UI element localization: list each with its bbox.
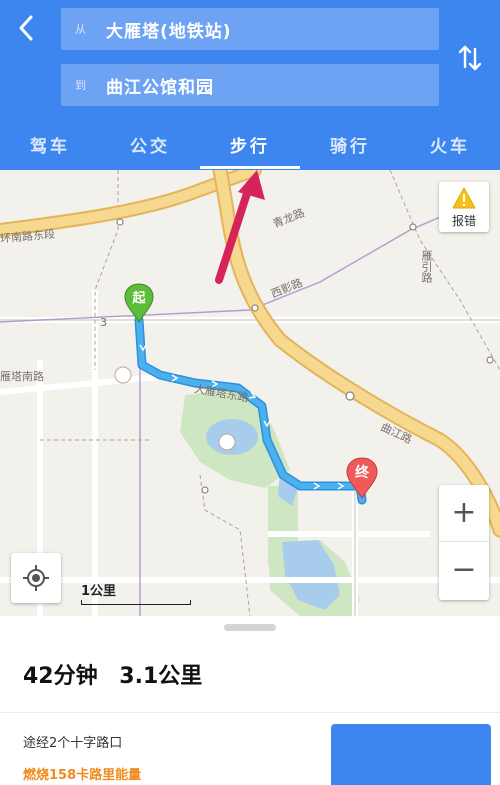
- back-button[interactable]: [12, 10, 42, 46]
- end-marker[interactable]: 终: [346, 457, 378, 499]
- destination-value: 曲江公馆和园: [106, 78, 214, 98]
- route-summary: 42分钟 3.1公里: [23, 658, 216, 690]
- zoom-controls: + −: [439, 485, 489, 600]
- swap-button[interactable]: [452, 40, 488, 76]
- route-via: 途经2个十字路口: [23, 736, 123, 751]
- start-marker[interactable]: 起: [124, 283, 154, 323]
- zoom-in-button[interactable]: +: [439, 485, 489, 542]
- route-duration: 42分钟: [23, 664, 98, 689]
- origin-prefix: 从: [75, 23, 86, 36]
- destination-field[interactable]: 到 曲江公馆和园: [61, 64, 439, 106]
- divider: [0, 712, 500, 713]
- tab-train[interactable]: 火车: [400, 128, 500, 170]
- transport-tabs: 驾车 公交 步行 骑行 火车: [0, 128, 500, 170]
- swap-vertical-icon: [458, 45, 482, 71]
- road-label-3: 3: [100, 316, 107, 329]
- sheet-drag-handle[interactable]: [224, 624, 276, 631]
- tab-bike[interactable]: 骑行: [300, 128, 400, 170]
- chevron-left-icon: [19, 15, 33, 41]
- end-marker-label: 终: [355, 465, 369, 481]
- warning-icon: [452, 187, 476, 209]
- road-label-yanying: 雁引路: [420, 250, 433, 283]
- origin-field[interactable]: 从 大雁塔(地铁站): [61, 8, 439, 50]
- report-error-button[interactable]: 报错: [439, 182, 489, 232]
- locate-button[interactable]: [11, 553, 61, 603]
- destination-prefix: 到: [75, 79, 86, 92]
- route-summary-sheet: 42分钟 3.1公里 途经2个十字路口 燃烧158卡路里能量: [0, 616, 500, 785]
- route-calories: 燃烧158卡路里能量: [23, 768, 142, 783]
- annotation-arrow: [215, 170, 265, 284]
- report-error-label: 报错: [451, 214, 476, 228]
- road-label-yanta-south: 雁塔南路: [0, 370, 44, 383]
- zoom-out-button[interactable]: −: [439, 542, 489, 599]
- tab-drive[interactable]: 驾车: [0, 128, 100, 170]
- map-view[interactable]: 环南路东段 青龙路 雁引路 西影路 大雁塔东路 雁塔南路 曲江路 3 起 终 报…: [0, 170, 500, 616]
- start-navigation-button[interactable]: [331, 724, 491, 785]
- route-distance: 3.1公里: [119, 664, 203, 689]
- scale-label: 1公里: [81, 584, 117, 599]
- tab-bus[interactable]: 公交: [100, 128, 200, 170]
- tab-walk[interactable]: 步行: [200, 128, 300, 170]
- active-tab-indicator: [200, 166, 300, 169]
- scale-bar: [81, 600, 191, 605]
- origin-value: 大雁塔(地铁站): [106, 22, 232, 42]
- start-marker-label: 起: [132, 291, 146, 306]
- route-header: 从 大雁塔(地铁站) 到 曲江公馆和园 驾车 公交 步行 骑行 火车: [0, 0, 500, 170]
- crosshair-icon: [23, 565, 49, 591]
